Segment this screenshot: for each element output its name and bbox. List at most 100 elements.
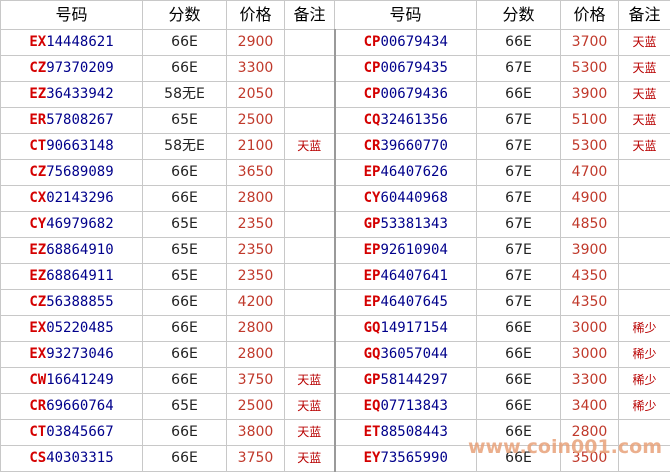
header-grade-right: 分数 [476,0,561,30]
serial-prefix: CZ [29,164,47,180]
serial-number-cell: EZ68864911 [0,263,143,290]
serial-number-cell: EX93273046 [0,341,143,368]
price-cell: 3300 [226,55,285,82]
serial-number-cell: CZ97370209 [0,55,143,82]
price-cell: 3700 [560,29,619,56]
serial-number-cell: CT90663148 [0,133,143,160]
table-row: CT90663148 58无E 2100 天蓝 CR39660770 67E 5300 天蓝 [0,133,670,160]
price-cell: 3300 [560,367,619,394]
price-cell: 3800 [226,419,285,446]
serial-digits: 57808267 [46,112,114,128]
grade-cell: 66E [476,81,561,108]
grade-cell: 67E [476,289,561,316]
serial-digits: 69660764 [46,398,114,414]
serial-prefix: ET [363,424,381,440]
grade-cell: 67E [476,237,561,264]
serial-prefix: CZ [29,294,47,310]
price-cell: 2500 [226,393,285,420]
grade-cell: 67E [476,133,561,160]
price-cell: 4850 [560,211,619,238]
note-cell [618,445,670,472]
note-cell: 天蓝 [618,29,670,56]
serial-digits: 00679435 [380,60,448,76]
note-cell [284,107,335,134]
serial-prefix: EQ [363,398,381,414]
grade-cell: 65E [142,263,227,290]
price-cell: 3000 [560,315,619,342]
serial-number-cell: CQ32461356 [333,107,477,134]
serial-number-cell: EY73565990 [333,445,477,472]
price-cell: 2800 [226,315,285,342]
grade-cell: 65E [142,237,227,264]
note-cell [284,159,335,186]
note-cell: 天蓝 [284,419,335,446]
serial-number-cell: EP46407641 [333,263,477,290]
price-cell: 4350 [560,263,619,290]
serial-prefix: CZ [29,60,47,76]
grade-cell: 67E [476,55,561,82]
grade-cell: 66E [142,445,227,472]
serial-prefix: EY [363,450,381,466]
table-row: CX02143296 66E 2800 CY60440968 67E 4900 [0,185,670,212]
note-cell: 天蓝 [284,393,335,420]
note-cell: 天蓝 [284,133,335,160]
price-cell: 2100 [226,133,285,160]
note-cell: 天蓝 [284,445,335,472]
note-cell: 天蓝 [618,81,670,108]
serial-prefix: ER [29,112,47,128]
serial-prefix: EP [363,268,381,284]
serial-number-cell: CS40303315 [0,445,143,472]
note-cell [284,263,335,290]
grade-cell: 66E [476,29,561,56]
header-row: 号码 分数 价格 备注 号码 分数 价格 备注 [0,0,670,30]
table-row: EX14448621 66E 2900 CP00679434 66E 3700 天蓝 [0,29,670,56]
price-cell: 4350 [560,289,619,316]
serial-digits: 39660770 [380,138,448,154]
note-cell: 天蓝 [618,55,670,82]
note-cell [284,81,335,108]
note-cell: 天蓝 [284,367,335,394]
header-note-right: 备注 [618,0,670,30]
serial-number-cell: EZ68864910 [0,237,143,264]
serial-number-cell: EX05220485 [0,315,143,342]
serial-prefix: GP [363,372,381,388]
price-cell: 4200 [226,289,285,316]
price-cell: 3750 [226,367,285,394]
serial-prefix: CT [29,138,47,154]
serial-number-cell: CX02143296 [0,185,143,212]
table-row: CT03845667 66E 3800 天蓝 ET88508443 66E 2800 [0,419,670,446]
grade-cell: 66E [476,393,561,420]
price-cell: 2350 [226,263,285,290]
note-cell [284,185,335,212]
serial-digits: 46407645 [380,294,448,310]
grade-cell: 67E [476,185,561,212]
serial-prefix: EX [29,320,47,336]
serial-digits: 46407641 [380,268,448,284]
serial-digits: 03845667 [46,424,114,440]
table-row: CZ97370209 66E 3300 CP00679435 67E 5300 天蓝 [0,55,670,82]
serial-prefix: EZ [29,86,47,102]
serial-number-cell: CZ75689089 [0,159,143,186]
serial-digits: 36057044 [380,346,448,362]
header-price-left: 价格 [226,0,285,30]
table-body: EX14448621 66E 2900 CP00679434 66E 3700 天蓝 CZ97… [0,29,670,472]
serial-prefix: EP [363,164,381,180]
price-cell: 5300 [560,55,619,82]
price-cell: 2500 [226,107,285,134]
serial-number-cell: EP46407626 [333,159,477,186]
table-row: CY46979682 65E 2350 GP53381343 67E 4850 [0,211,670,238]
serial-number-cell: CR39660770 [333,133,477,160]
note-cell [618,237,670,264]
price-cell: 2050 [226,81,285,108]
grade-cell: 66E [142,341,227,368]
serial-prefix: GQ [363,320,381,336]
table-row: CS40303315 66E 3750 天蓝 EY73565990 66E 3500 [0,445,670,472]
note-cell: 稀少 [618,367,670,394]
serial-number-cell: GP58144297 [333,367,477,394]
table-row: EX93273046 66E 2800 GQ36057044 66E 3000 稀少 [0,341,670,368]
serial-digits: 97370209 [46,60,114,76]
serial-number-cell: CP00679435 [333,55,477,82]
note-cell [284,341,335,368]
serial-digits: 14917154 [380,320,448,336]
note-cell: 稀少 [618,315,670,342]
